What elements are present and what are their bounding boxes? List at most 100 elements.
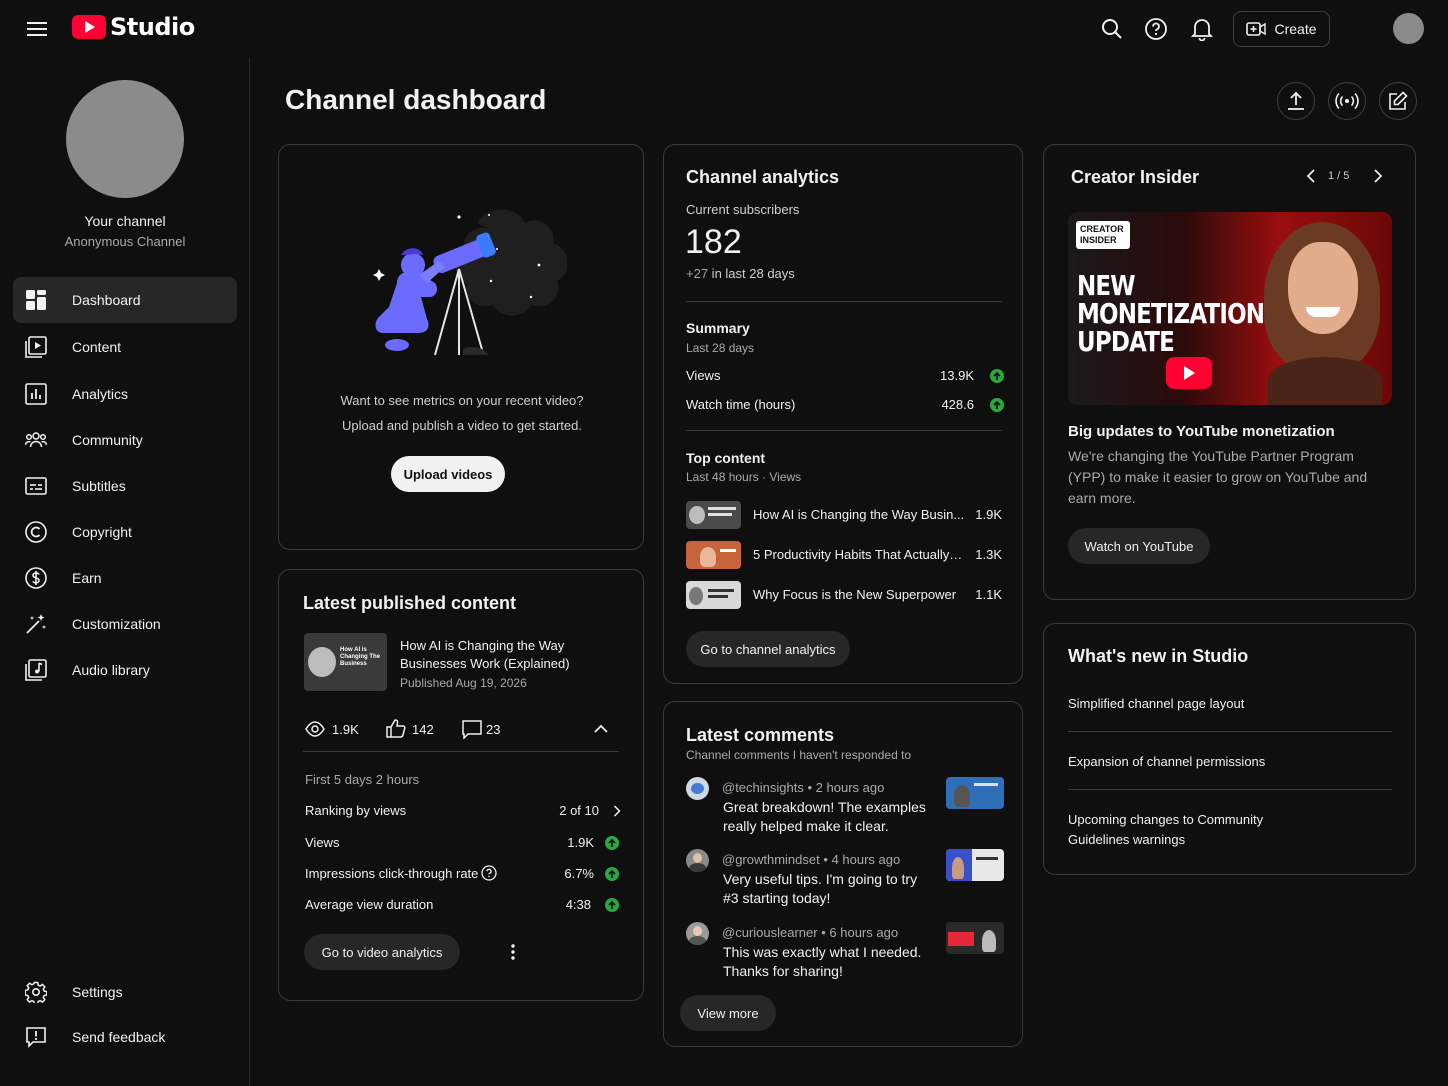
sidebar-item-community[interactable]: Community xyxy=(13,417,237,463)
carousel-pager: 1 / 5 xyxy=(1328,170,1350,182)
chevron-right-icon[interactable] xyxy=(613,805,621,817)
edit-pencil-icon xyxy=(1389,91,1408,110)
upload-prompt-line2: Upload and publish a video to get starte… xyxy=(342,418,582,433)
go-to-video-analytics-button[interactable]: Go to video analytics xyxy=(304,934,460,970)
sidebar-item-label: Analytics xyxy=(72,386,129,402)
divider xyxy=(686,430,1002,431)
ctr-label: Impressions click-through rate xyxy=(305,866,479,881)
comment-text-line2: #3 starting today! xyxy=(723,890,831,906)
comment-text-line2: really helped make it clear. xyxy=(723,818,889,834)
top-content-views: 1.1K xyxy=(975,587,1002,602)
sidebar-item-audio-library[interactable]: Audio library xyxy=(13,647,237,693)
upload-icon xyxy=(1288,91,1304,110)
sidebar-item-content[interactable]: Content xyxy=(13,324,237,370)
subs-label: Current subscribers xyxy=(686,202,800,217)
thumbs-up-icon xyxy=(386,719,406,738)
trend-up-icon xyxy=(605,836,619,850)
menu-icon[interactable] xyxy=(22,15,52,43)
sidebar-item-earn[interactable]: Earn xyxy=(13,555,237,601)
summary-watch-label: Watch time (hours) xyxy=(686,397,796,412)
comment-meta: @techinsights • 2 hours ago xyxy=(722,780,885,795)
trend-up-icon xyxy=(605,898,619,912)
sidebar-item-subtitles[interactable]: Subtitles xyxy=(13,463,237,509)
avd-label: Average view duration xyxy=(305,897,434,912)
comment-video-thumbnail xyxy=(946,922,1004,954)
studio-logo[interactable]: Studio xyxy=(72,13,195,41)
logo-text: Studio xyxy=(110,13,195,41)
creator-insider-thumbnail[interactable]: CREATOR INSIDER NEW MONETIZATION UPDATE xyxy=(1068,212,1392,405)
commenter-avatar xyxy=(686,849,709,872)
sidebar-item-copyright[interactable]: Copyright xyxy=(13,509,237,555)
top-content-thumbnail xyxy=(686,581,741,609)
comment-icon xyxy=(462,720,482,739)
comment-text-line1: This was exactly what I needed. xyxy=(723,944,922,960)
sidebar-item-label: Audio library xyxy=(72,662,150,678)
comment-video-thumbnail xyxy=(946,849,1004,881)
top-content-title: Top content xyxy=(686,450,766,466)
whats-new-item[interactable]: Simplified channel page layout xyxy=(1068,696,1244,711)
go-live-button[interactable] xyxy=(1328,82,1366,120)
chevron-up-icon[interactable] xyxy=(594,724,608,733)
content-icon xyxy=(25,336,47,358)
latest-video-title-line1[interactable]: How AI is Changing the Way xyxy=(400,638,564,653)
notifications-bell-icon[interactable] xyxy=(1187,14,1217,44)
sidebar-item-customization[interactable]: Customization xyxy=(13,601,237,647)
sidebar-item-send-feedback[interactable]: Send feedback xyxy=(13,1014,237,1060)
chevron-left-icon[interactable] xyxy=(1306,169,1316,183)
thumbnail-text: How AI is Changing The Business xyxy=(340,647,380,667)
whats-new-item-line2[interactable]: Guidelines warnings xyxy=(1068,832,1185,847)
sidebar-item-label: Settings xyxy=(72,984,123,1000)
views-label: Views xyxy=(305,835,340,850)
search-icon[interactable] xyxy=(1097,14,1127,44)
latest-video-comments: 23 xyxy=(486,722,501,737)
upload-prompt-line1: Want to see metrics on your recent video… xyxy=(340,393,584,408)
comments-title: Latest comments xyxy=(686,725,835,745)
creator-insider-desc-line3: earn more. xyxy=(1068,490,1136,506)
upload-button[interactable] xyxy=(1277,82,1315,120)
whats-new-item[interactable]: Expansion of channel permissions xyxy=(1068,754,1265,769)
comment-meta: @curiouslearner • 6 hours ago xyxy=(722,925,899,940)
gear-icon xyxy=(25,981,47,1003)
channel-name[interactable]: Your channel xyxy=(0,213,250,229)
youtube-play-icon xyxy=(1166,357,1212,389)
sidebar-item-label: Dashboard xyxy=(72,292,141,308)
latest-video-title-line2[interactable]: Businesses Work (Explained) xyxy=(400,656,570,671)
chevron-right-icon[interactable] xyxy=(1373,169,1383,183)
dashboard-icon xyxy=(26,290,46,310)
creator-insider-badge: CREATOR INSIDER xyxy=(1076,221,1130,249)
sidebar: Your channel Anonymous Channel Dashboard… xyxy=(0,58,250,1086)
watch-on-youtube-button[interactable]: Watch on YouTube xyxy=(1068,528,1210,564)
view-more-comments-button[interactable]: View more xyxy=(680,995,776,1031)
latest-video-published: Published Aug 19, 2026 xyxy=(400,676,527,690)
account-avatar[interactable] xyxy=(1393,13,1424,44)
help-icon[interactable] xyxy=(1141,14,1171,44)
top-content-title-text: How AI is Changing the Way Busin... xyxy=(753,507,965,522)
sidebar-item-label: Customization xyxy=(72,616,161,632)
channel-handle: Anonymous Channel xyxy=(64,234,186,249)
ranking-value: 2 of 10 xyxy=(559,803,599,818)
latest-video-likes: 142 xyxy=(412,722,434,737)
top-content-title-text: Why Focus is the New Superpower xyxy=(753,587,957,602)
channel-avatar[interactable] xyxy=(66,80,184,198)
more-options-icon[interactable] xyxy=(510,943,516,961)
dollar-icon xyxy=(25,567,47,589)
magic-wand-icon xyxy=(26,614,46,634)
whats-new-item-line1[interactable]: Upcoming changes to Community xyxy=(1068,812,1263,827)
creator-insider-headline[interactable]: Big updates to YouTube monetization xyxy=(1068,423,1335,440)
comment-video-thumbnail xyxy=(946,777,1004,809)
comment-text-line1: Very useful tips. I'm going to try xyxy=(723,871,918,887)
upload-videos-button[interactable]: Upload videos xyxy=(391,456,505,492)
sidebar-item-analytics[interactable]: Analytics xyxy=(13,371,237,417)
whats-new-title: What's new in Studio xyxy=(1068,646,1249,666)
create-post-button[interactable] xyxy=(1379,82,1417,120)
go-to-channel-analytics-button[interactable]: Go to channel analytics xyxy=(686,631,850,667)
presenter-portrait xyxy=(1258,212,1392,405)
create-button[interactable]: Create xyxy=(1233,11,1330,47)
top-bar: Studio Create xyxy=(0,0,1448,58)
sidebar-item-settings[interactable]: Settings xyxy=(13,969,237,1015)
ctr-value: 6.7% xyxy=(564,866,594,881)
latest-video-thumbnail[interactable]: How AI is Changing The Business xyxy=(304,633,387,691)
sidebar-item-dashboard[interactable]: Dashboard xyxy=(13,277,237,323)
summary-views-value: 13.9K xyxy=(940,368,974,383)
top-content-thumbnail xyxy=(686,541,741,569)
